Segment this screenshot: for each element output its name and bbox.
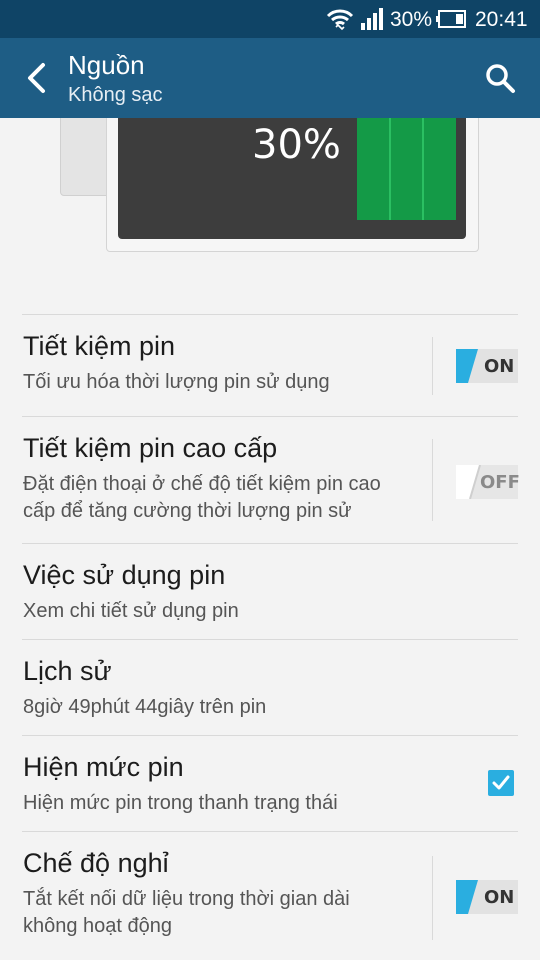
divider — [432, 337, 433, 395]
extreme-power-saving-toggle[interactable]: OFF — [456, 464, 520, 500]
page-subtitle: Không sạc — [68, 84, 163, 106]
battery-level-fill — [357, 118, 456, 220]
setting-title: Chế độ nghỉ — [23, 848, 169, 878]
setting-description: 8giờ 49phút 44giây trên pin — [23, 696, 267, 718]
setting-extreme-power-saving[interactable]: Tiết kiệm pin cao cấp Đặt điện thoại ở c… — [22, 417, 520, 544]
setting-description: Tối ưu hóa thời lượng pin sử dụng — [23, 371, 330, 393]
setting-sleep-mode[interactable]: Chế độ nghỉ Tắt kết nối dữ liệu trong th… — [22, 832, 518, 952]
search-button[interactable] — [478, 58, 522, 98]
status-time: 20:41 — [475, 8, 528, 31]
battery-icon — [436, 10, 466, 28]
setting-title: Tiết kiệm pin cao cấp — [23, 433, 278, 463]
setting-description: Xem chi tiết sử dụng pin — [23, 600, 239, 622]
battery-saver-toggle[interactable]: ON — [456, 349, 518, 383]
search-icon — [486, 64, 515, 93]
setting-show-battery-level[interactable]: Hiện mức pin Hiện mức pin trong thanh tr… — [22, 736, 518, 832]
setting-history[interactable]: Lịch sử 8giờ 49phút 44giây trên pin — [22, 640, 518, 736]
toggle-state-label: ON — [484, 887, 515, 908]
setting-description-line-1: Tắt kết nối dữ liệu trong thời gian dài — [23, 888, 350, 910]
toggle-state-label: ON — [484, 356, 515, 377]
app-bar: Nguồn Không sạc — [0, 38, 540, 118]
toggle-state-label: OFF — [480, 472, 520, 493]
status-bar: 30% 20:41 — [0, 0, 540, 38]
setting-title: Hiện mức pin — [23, 752, 184, 782]
status-battery-percent: 30% — [390, 8, 433, 31]
back-arrow-icon — [28, 63, 45, 93]
setting-description: Hiện mức pin trong thanh trạng thái — [23, 792, 338, 814]
battery-percent-label: 30% — [252, 122, 341, 168]
setting-battery-usage[interactable]: Việc sử dụng pin Xem chi tiết sử dụng pi… — [22, 544, 518, 640]
battery-level-graphic: 30% — [0, 118, 540, 278]
setting-title: Lịch sử — [23, 656, 112, 686]
signal-icon — [361, 8, 383, 30]
setting-title: Việc sử dụng pin — [23, 560, 226, 590]
sleep-mode-toggle[interactable]: ON — [456, 880, 518, 914]
wifi-icon — [326, 9, 354, 31]
show-battery-level-checkbox[interactable] — [488, 770, 514, 796]
settings-list: Tiết kiệm pin Tối ưu hóa thời lượng pin … — [22, 314, 520, 952]
setting-description-line-2: không hoạt động — [23, 915, 173, 937]
setting-title: Tiết kiệm pin — [23, 331, 176, 361]
setting-description-line-1: Đặt điện thoại ở chế độ tiết kiệm pin ca… — [23, 473, 381, 495]
checkmark-icon — [492, 775, 510, 790]
divider — [432, 856, 433, 940]
divider — [432, 439, 433, 521]
setting-description-line-2: cấp để tăng cường thời lượng pin sử — [23, 500, 352, 522]
page-title: Nguồn — [68, 50, 145, 80]
back-button[interactable] — [16, 58, 56, 98]
setting-battery-saver[interactable]: Tiết kiệm pin Tối ưu hóa thời lượng pin … — [22, 315, 518, 417]
